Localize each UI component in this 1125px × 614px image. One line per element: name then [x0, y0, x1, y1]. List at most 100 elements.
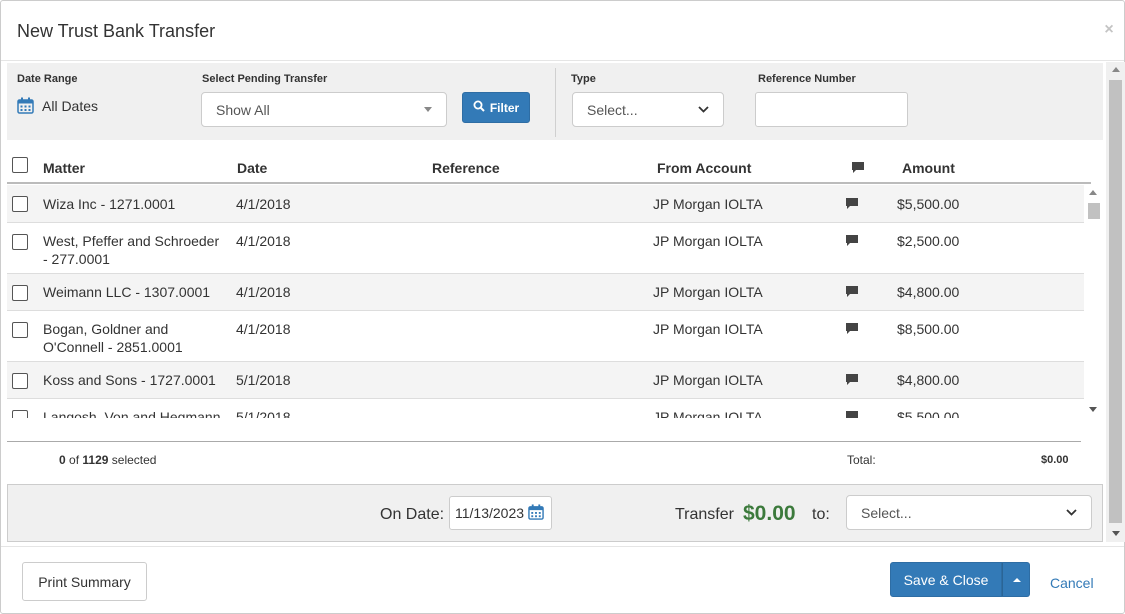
- filter-button[interactable]: Filter: [462, 92, 530, 123]
- column-header-from-account[interactable]: From Account: [657, 160, 751, 176]
- scroll-down-arrow-icon[interactable]: [1089, 407, 1097, 412]
- save-options-toggle[interactable]: [1002, 562, 1030, 597]
- on-date-input[interactable]: 11/13/2023: [449, 496, 552, 530]
- filter-divider: [555, 68, 556, 137]
- comment-icon[interactable]: [845, 285, 859, 298]
- dialog-body: Date Range All Dates Select Pending Tran…: [1, 62, 1124, 542]
- comment-icon[interactable]: [845, 410, 859, 418]
- row-matter: Weimann LLC - 1307.0001: [43, 284, 211, 300]
- date-range-picker[interactable]: All Dates: [17, 97, 98, 114]
- column-header-reference[interactable]: Reference: [432, 160, 500, 176]
- row-amount: $4,800.00: [897, 284, 960, 300]
- save-close-button[interactable]: Save & Close: [890, 562, 1002, 597]
- date-range-value: All Dates: [42, 97, 99, 114]
- selected-count: 0: [59, 453, 66, 467]
- row-checkbox[interactable]: [12, 285, 28, 301]
- table-header: Matter Date Reference From Account Amoun…: [7, 148, 1091, 184]
- row-checkbox[interactable]: [12, 196, 28, 212]
- on-date-value: 11/13/2023: [455, 505, 525, 521]
- cancel-link[interactable]: Cancel: [1050, 575, 1094, 591]
- row-amount: $2,500.00: [897, 233, 960, 249]
- row-amount: $4,800.00: [897, 372, 960, 388]
- filter-panel: Date Range All Dates Select Pending Tran…: [7, 63, 1103, 140]
- pending-transfer-label: Select Pending Transfer: [202, 73, 328, 85]
- row-from-account: JP Morgan IOLTA: [653, 409, 763, 418]
- type-value: Select...: [587, 101, 638, 118]
- table-row[interactable]: Weimann LLC - 1307.0001 4/1/2018 JP Morg…: [7, 274, 1084, 311]
- row-matter: Koss and Sons - 1727.0001: [43, 372, 216, 388]
- selected-of: of: [69, 453, 80, 467]
- trust-transfer-dialog: New Trust Bank Transfer × Date Range All…: [0, 0, 1125, 614]
- pending-transfer-select[interactable]: Show All: [201, 92, 447, 127]
- table-row[interactable]: West, Pfeffer and Schroeder - 277.0001 4…: [7, 223, 1084, 274]
- row-matter: West, Pfeffer and Schroeder - 277.0001: [43, 233, 220, 267]
- comment-icon[interactable]: [845, 234, 859, 247]
- selected-suffix: selected: [111, 453, 157, 467]
- reference-number-input[interactable]: [755, 92, 908, 127]
- scroll-up-arrow-icon[interactable]: [1112, 67, 1120, 72]
- comment-icon: [851, 161, 865, 174]
- calendar-icon: [17, 97, 34, 114]
- transfer-amount: $0.00: [743, 502, 796, 525]
- select-all-checkbox[interactable]: [12, 157, 28, 173]
- table-scrollbar[interactable]: [1085, 185, 1102, 418]
- search-icon: [473, 100, 485, 115]
- total-value: $0.00: [1041, 454, 1069, 466]
- table-row[interactable]: Wiza Inc - 1271.0001 4/1/2018 JP Morgan …: [7, 185, 1084, 223]
- row-amount: $8,500.00: [897, 321, 960, 337]
- row-date: 4/1/2018: [236, 196, 291, 212]
- scroll-down-arrow-icon[interactable]: [1112, 531, 1120, 536]
- destination-account-value: Select...: [861, 504, 912, 521]
- row-from-account: JP Morgan IOLTA: [653, 284, 763, 300]
- comment-icon[interactable]: [845, 322, 859, 335]
- on-date-label: On Date:: [380, 506, 445, 523]
- filter-button-label: Filter: [489, 100, 520, 115]
- row-matter: Wiza Inc - 1271.0001: [43, 196, 176, 212]
- dialog-header: New Trust Bank Transfer ×: [1, 1, 1124, 61]
- transfer-rows[interactable]: Wiza Inc - 1271.0001 4/1/2018 JP Morgan …: [7, 185, 1084, 418]
- close-icon[interactable]: ×: [1102, 22, 1116, 38]
- table-row[interactable]: Bogan, Goldner and O'Connell - 2851.0001…: [7, 311, 1084, 362]
- pending-transfer-value: Show All: [216, 101, 270, 118]
- row-date: 5/1/2018: [236, 372, 291, 388]
- row-matter: Bogan, Goldner and O'Connell - 2851.0001: [43, 321, 183, 355]
- dialog-scrollbar[interactable]: [1106, 62, 1125, 542]
- dialog-title: New Trust Bank Transfer: [17, 21, 216, 41]
- row-matter: Langosh, Von and Hegmann -: [43, 409, 221, 418]
- total-count: 1129: [82, 453, 109, 467]
- print-summary-button[interactable]: Print Summary: [22, 562, 147, 601]
- type-label: Type: [571, 73, 596, 85]
- dialog-scroll-thumb[interactable]: [1109, 80, 1122, 523]
- row-date: 4/1/2018: [236, 284, 291, 300]
- table-row[interactable]: Koss and Sons - 1727.0001 5/1/2018 JP Mo…: [7, 362, 1084, 399]
- reference-number-label: Reference Number: [758, 73, 856, 85]
- table-scroll-thumb[interactable]: [1088, 203, 1100, 219]
- table-row[interactable]: Langosh, Von and Hegmann - 5/1/2018 JP M…: [7, 399, 1084, 418]
- table-footer-divider: [7, 441, 1081, 442]
- dialog-footer: Print Summary Save & Close Cancel: [1, 546, 1124, 613]
- chevron-down-icon: [1066, 509, 1077, 516]
- chevron-down-icon: [698, 106, 709, 113]
- row-date: 4/1/2018: [236, 233, 291, 249]
- scroll-up-arrow-icon[interactable]: [1089, 190, 1097, 195]
- type-select[interactable]: Select...: [572, 92, 724, 127]
- caret-up-icon: [1013, 578, 1021, 582]
- comment-icon[interactable]: [845, 197, 859, 210]
- row-checkbox[interactable]: [12, 322, 28, 338]
- column-header-amount[interactable]: Amount: [902, 160, 955, 176]
- row-checkbox[interactable]: [12, 410, 28, 418]
- to-label: to:: [812, 506, 830, 523]
- transfer-label: Transfer: [675, 506, 734, 523]
- date-range-label: Date Range: [17, 73, 78, 85]
- comment-icon[interactable]: [845, 373, 859, 386]
- row-from-account: JP Morgan IOLTA: [653, 372, 763, 388]
- total-label: Total:: [847, 453, 876, 467]
- column-header-date[interactable]: Date: [237, 160, 267, 176]
- column-header-matter[interactable]: Matter: [43, 160, 85, 176]
- row-checkbox[interactable]: [12, 373, 28, 389]
- row-date: 5/1/2018: [236, 409, 291, 418]
- destination-account-select[interactable]: Select...: [846, 495, 1092, 530]
- row-checkbox[interactable]: [12, 234, 28, 250]
- calendar-icon[interactable]: [528, 503, 544, 523]
- selection-count: 0 of 1129 selected: [59, 453, 156, 467]
